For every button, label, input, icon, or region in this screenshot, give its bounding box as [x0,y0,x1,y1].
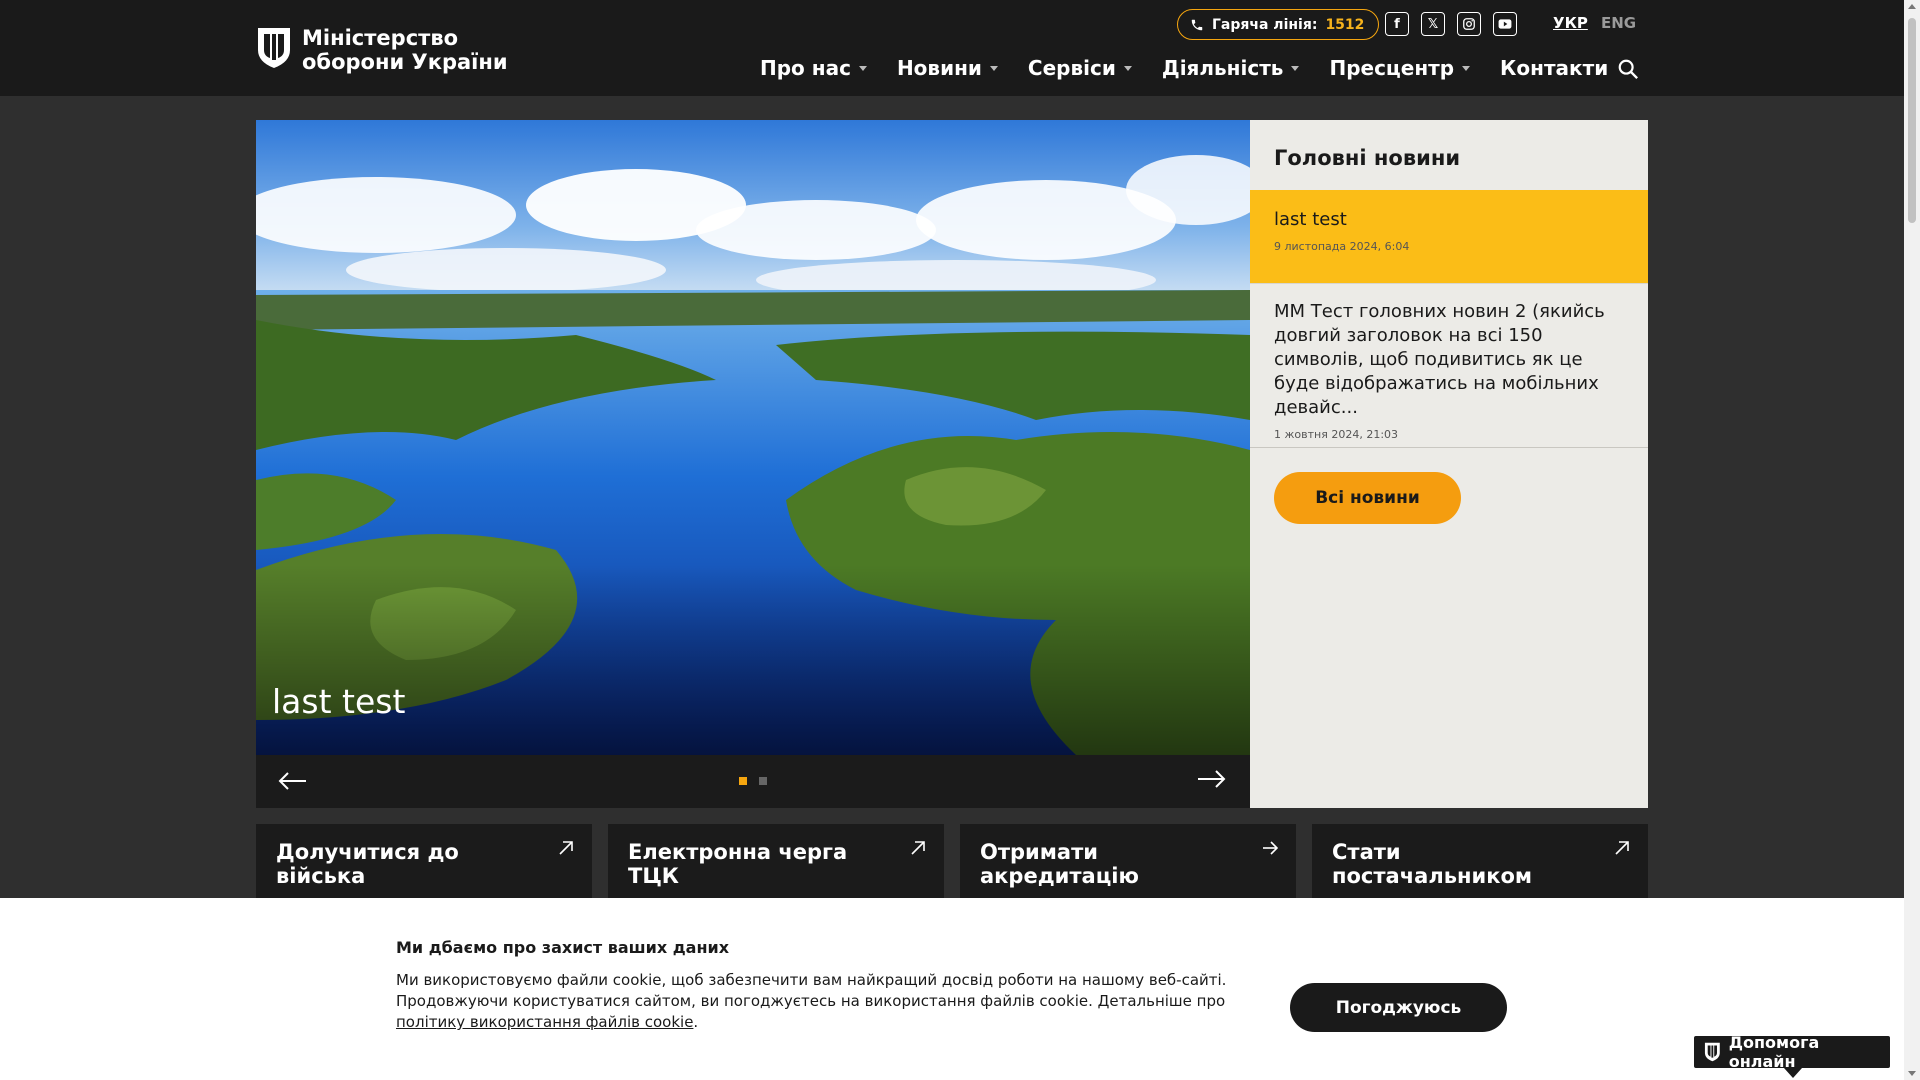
nav-contacts-label: Контакти [1500,56,1609,80]
hotline-button[interactable]: Гаряча лінія: 1512 [1177,9,1380,40]
news-item-title: last test [1274,209,1347,230]
nav-news[interactable]: Новини [897,56,998,80]
facebook-icon[interactable]: f [1385,12,1409,36]
cookie-body: Ми використовуємо файли cookie, щоб забе… [396,971,1227,1010]
ministry-emblem-icon [258,28,290,68]
all-news-button[interactable]: Всі новини [1274,472,1461,524]
help-online-button[interactable]: Допомога онлайн [1692,1033,1892,1071]
x-twitter-icon[interactable]: 𝕏 [1421,12,1445,36]
arrow-up-right-icon [1615,841,1629,855]
card-become-supplier[interactable]: Стати постачальником [1312,824,1648,900]
chevron-down-icon [1291,65,1300,71]
nav-presscenter[interactable]: Пресцентр [1329,56,1471,80]
slider-dots [739,777,767,785]
top-news-panel: Головні новини last test 9 листопада 202… [1250,120,1648,808]
nav-contacts[interactable]: Контакти [1500,56,1608,80]
slider-dot-1[interactable] [739,777,747,785]
nav-activity[interactable]: Діяльність [1162,56,1300,80]
agree-button[interactable]: Погоджуюсь [1290,983,1507,1032]
arrow-right-icon[interactable] [1196,767,1226,791]
hotline-number: 1512 [1325,16,1365,33]
nav-news-label: Новини [896,56,982,80]
search-icon[interactable] [1617,58,1639,80]
scroll-up-icon[interactable] [1908,4,1916,9]
help-tail [1784,1068,1802,1078]
arrow-up-right-icon [911,841,925,855]
slide-image[interactable]: last test [256,120,1250,755]
news-item-date: 1 жовтня 2024, 21:03 [1274,428,1399,441]
youtube-glyph [1498,19,1512,29]
ministry-emblem-icon [1704,1042,1720,1062]
slider-controls [256,755,1250,808]
nav-about-label: Про нас [760,56,851,80]
logo-text: Міністерство оборони України [302,26,508,74]
social-links: f 𝕏 [1385,12,1517,36]
cookie-text: Ми використовуємо файли cookie, щоб забе… [396,971,1227,1031]
card-accreditation[interactable]: Отримати акредитацію [960,824,1296,900]
site-header: Міністерство оборони України Гаряча ліні… [0,0,1920,96]
lang-ukr-link[interactable]: УКР [1553,14,1588,32]
chevron-down-icon [1462,65,1471,71]
nav-about[interactable]: Про нас [760,56,867,80]
card-title: Електронна черга ТЦК [628,840,848,888]
arrow-up-right-icon [559,841,573,855]
instagram-icon[interactable] [1457,12,1481,36]
chevron-down-icon [858,65,867,71]
chevron-down-icon [989,65,998,71]
phone-icon [1191,19,1203,30]
scroll-down-icon[interactable] [1908,1071,1916,1076]
nav-presscenter-label: Пресцентр [1329,56,1455,80]
nav-activity-label: Діяльність [1161,56,1284,80]
nav-services[interactable]: Сервіси [1028,56,1132,80]
chevron-down-icon [1123,65,1132,71]
hero-slider: last test [256,120,1250,808]
arrow-right-icon [1263,841,1278,855]
card-title: Долучитися до війська [276,840,459,888]
nav-services-label: Сервіси [1027,56,1116,80]
card-title: Стати постачальником [1332,840,1533,888]
news-item[interactable]: ММ Тест головних новин 2 (якийсь довгий … [1250,283,1648,448]
slider-dot-2[interactable] [759,777,767,785]
instagram-glyph [1463,18,1475,30]
logo-line-2: оборони України [302,50,508,74]
card-title: Отримати акредитацію [980,840,1139,888]
logo-line-1: Міністерство [302,26,459,50]
slide-title[interactable]: last test [272,682,405,721]
news-item-title: ММ Тест головних новин 2 (якийсь довгий … [1274,301,1605,418]
scroll-thumb[interactable] [1908,18,1916,223]
help-label: Допомога онлайн [1728,1033,1820,1071]
cookie-banner: Ми дбаємо про захист ваших даних Ми вико… [0,898,1904,1080]
lang-eng-link[interactable]: ENG [1601,14,1636,32]
news-item[interactable]: last test 9 листопада 2024, 6:04 [1250,190,1648,283]
ministry-logo[interactable]: Міністерство оборони України [256,26,508,74]
arrow-left-icon[interactable] [278,769,308,793]
card-electronic-queue[interactable]: Електронна черга ТЦК [608,824,944,900]
cookie-policy-link[interactable]: політику використання файлів cookie [396,1013,693,1031]
news-heading: Головні новини [1274,146,1461,170]
main-nav: Про нас Новини Сервіси Діяльність Пресце… [760,56,1608,80]
lake-landscape-image [256,120,1250,755]
page-scrollbar[interactable] [1904,0,1920,1080]
youtube-icon[interactable] [1493,12,1517,36]
hotline-label: Гаряча лінія: [1212,16,1318,33]
card-join-army[interactable]: Долучитися до війська [256,824,592,900]
cookie-title: Ми дбаємо про захист ваших даних [396,938,730,957]
news-item-date: 9 листопада 2024, 6:04 [1274,240,1410,253]
